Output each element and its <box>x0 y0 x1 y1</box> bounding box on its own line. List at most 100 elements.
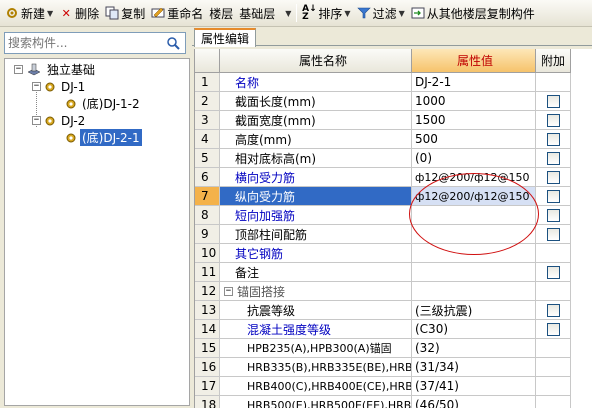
rename-label: 重命名 <box>167 6 204 21</box>
add-checkbox[interactable] <box>546 322 560 336</box>
collapse-icon[interactable]: − <box>32 82 41 91</box>
property-name: 备注 <box>220 263 412 282</box>
property-name: 截面长度(mm) <box>220 92 412 111</box>
collapse-icon[interactable]: − <box>32 116 41 125</box>
copy-button[interactable]: 复制 <box>102 2 148 24</box>
filter-dropdown-icon[interactable]: ▼ <box>399 9 405 18</box>
tree-node-dj-1[interactable]: − DJ-1 <box>32 78 87 95</box>
delete-button[interactable]: ✕ 删除 <box>56 2 102 24</box>
tree-node-dj-2[interactable]: − DJ-2 <box>32 112 87 129</box>
property-value[interactable]: DJ-2-1 <box>412 73 536 92</box>
table-row[interactable]: 18 HRB500(E),HRB500E(EE),HRBF (46/50) <box>195 396 592 408</box>
property-value[interactable]: (32) <box>412 339 536 358</box>
sort-dropdown-icon[interactable]: ▼ <box>344 9 350 18</box>
collapse-icon[interactable]: − <box>14 65 23 74</box>
table-row[interactable]: 1 名称 DJ-2-1 <box>195 73 592 92</box>
filter-button[interactable]: 过滤 ▼ <box>354 2 408 24</box>
table-row[interactable]: 17 HRB400(C),HRB400E(CE),HRBF (37/41) <box>195 377 592 396</box>
add-checkbox[interactable] <box>546 265 560 279</box>
add-cell <box>536 187 571 206</box>
sort-label: 排序 <box>318 6 343 21</box>
table-row[interactable]: 4 高度(mm) 500 <box>195 130 592 149</box>
property-value[interactable] <box>412 282 536 301</box>
property-value[interactable] <box>412 206 536 225</box>
table-row[interactable]: 2 截面长度(mm) 1000 <box>195 92 592 111</box>
add-checkbox[interactable] <box>546 113 560 127</box>
tab-property-edit[interactable]: 属性编辑 <box>194 28 257 47</box>
add-checkbox[interactable] <box>546 208 560 222</box>
table-row[interactable]: 14 混凝土强度等级 (C30) <box>195 320 592 339</box>
property-name: HRB400(C),HRB400E(CE),HRBF <box>220 377 412 396</box>
property-value[interactable] <box>412 225 536 244</box>
table-row-selected[interactable]: 7 纵向受力筋 ф12@200/ф12@150 <box>195 187 592 206</box>
row-number: 9 <box>195 225 220 244</box>
row-number: 17 <box>195 377 220 396</box>
header-name: 属性名称 <box>220 49 412 73</box>
property-value[interactable]: (C30) <box>412 320 536 339</box>
delete-icon: ✕ <box>61 6 71 20</box>
table-row-group[interactable]: 12 − 锚固搭接 <box>195 282 592 301</box>
floor-selector[interactable]: 楼层 基础层 ▼ <box>206 3 294 23</box>
property-value[interactable] <box>412 244 536 263</box>
add-checkbox[interactable] <box>546 303 560 317</box>
property-value[interactable]: (31/34) <box>412 358 536 377</box>
table-row[interactable]: 3 截面宽度(mm) 1500 <box>195 111 592 130</box>
table-row[interactable]: 6 横向受力筋 ф12@200/ф12@150 <box>195 168 592 187</box>
grid-header: 属性名称 属性值 附加 <box>195 49 592 73</box>
property-value[interactable]: ф12@200/ф12@150 <box>412 168 536 187</box>
add-checkbox[interactable] <box>546 94 560 108</box>
sort-button[interactable]: A↓ Z 排序 ▼ <box>299 2 353 24</box>
add-cell <box>536 244 571 263</box>
table-row[interactable]: 5 相对底标高(m) (0) <box>195 149 592 168</box>
table-row[interactable]: 11 备注 <box>195 263 592 282</box>
copy-from-other-floor-button[interactable]: 从其他楼层复制构件 <box>408 2 538 24</box>
tree-leaf-label: (底)DJ-1-2 <box>82 97 140 111</box>
copy-from-label: 从其他楼层复制构件 <box>426 6 535 21</box>
add-cell <box>536 320 571 339</box>
property-value[interactable]: 500 <box>412 130 536 149</box>
floor-label: 楼层 <box>209 6 234 21</box>
tree-leaf-dj-1-2[interactable]: (底)DJ-1-2 <box>65 95 142 112</box>
add-cell <box>536 358 571 377</box>
tree-leaf-dj-2-1[interactable]: (底)DJ-2-1 <box>65 129 142 146</box>
new-button[interactable]: 新建 ▼ <box>2 2 56 24</box>
property-value[interactable]: (0) <box>412 149 536 168</box>
add-cell <box>536 282 571 301</box>
property-panel: 属性编辑 属性名称 属性值 附加 1 名称 DJ-2-1 2 截面长度(mm) … <box>192 28 592 408</box>
property-value[interactable]: (三级抗震) <box>412 301 536 320</box>
property-value[interactable]: 1500 <box>412 111 536 130</box>
property-name: 其它钢筋 <box>220 244 412 263</box>
property-value[interactable]: ф12@200/ф12@150 <box>412 187 536 206</box>
new-dropdown-icon[interactable]: ▼ <box>47 9 53 18</box>
row-number: 8 <box>195 206 220 225</box>
floor-value[interactable]: 基础层 <box>239 5 275 22</box>
table-row[interactable]: 16 HRB335(B),HRB335E(BE),HRBF (31/34) <box>195 358 592 377</box>
add-checkbox[interactable] <box>546 132 560 146</box>
table-row[interactable]: 15 HPB235(A),HPB300(A)锚固 (32) <box>195 339 592 358</box>
collapse-icon[interactable]: − <box>224 286 233 296</box>
floor-dropdown-icon[interactable]: ▼ <box>285 9 291 18</box>
property-value[interactable] <box>412 263 536 282</box>
search-input[interactable] <box>5 34 163 52</box>
table-row[interactable]: 9 顶部柱间配筋 <box>195 225 592 244</box>
add-checkbox[interactable] <box>546 170 560 184</box>
property-name: 名称 <box>220 73 412 92</box>
property-value[interactable]: (46/50) <box>412 396 536 408</box>
add-checkbox[interactable] <box>546 227 560 241</box>
table-row[interactable]: 8 短向加强筋 <box>195 206 592 225</box>
tree-root[interactable]: − 独立基础 <box>14 61 97 78</box>
add-cell <box>536 263 571 282</box>
search-icon[interactable] <box>163 34 183 52</box>
table-row[interactable]: 13 抗震等级 (三级抗震) <box>195 301 592 320</box>
property-value[interactable]: 1000 <box>412 92 536 111</box>
new-label: 新建 <box>21 6 46 21</box>
rename-button[interactable]: 重命名 <box>148 2 206 24</box>
table-row[interactable]: 10 其它钢筋 <box>195 244 592 263</box>
property-name: 横向受力筋 <box>220 168 412 187</box>
property-value[interactable]: (37/41) <box>412 377 536 396</box>
add-checkbox[interactable] <box>546 189 560 203</box>
new-icon <box>5 6 19 20</box>
rename-icon <box>151 6 165 20</box>
add-cell <box>536 73 571 92</box>
add-checkbox[interactable] <box>546 151 560 165</box>
